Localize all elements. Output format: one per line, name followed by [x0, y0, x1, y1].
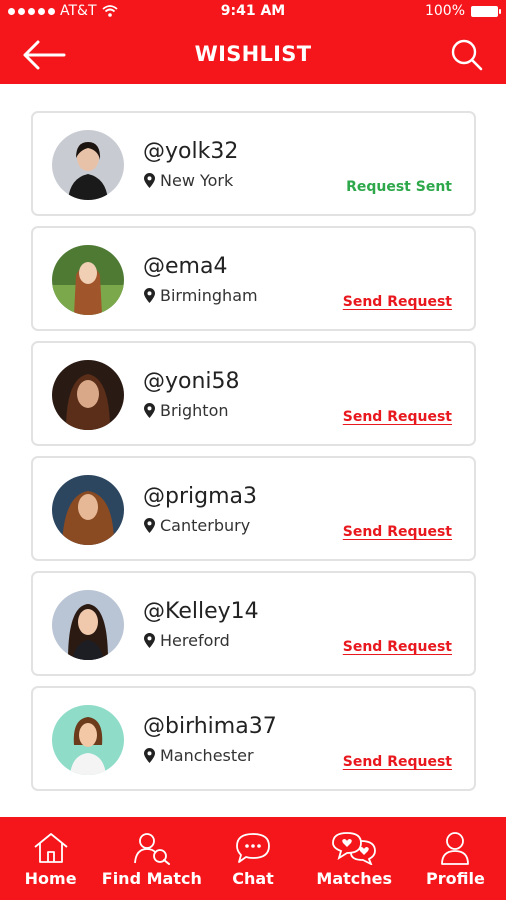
- location: Hereford: [144, 631, 230, 650]
- tab-chat[interactable]: Chat: [202, 817, 303, 900]
- location: Brighton: [144, 401, 229, 420]
- wishlist-card[interactable]: @yoni58 Brighton Send Request: [31, 341, 476, 446]
- wishlist: @yolk32 New York Request Sent @ema4 Birm…: [31, 111, 476, 801]
- location-label: Birmingham: [160, 286, 258, 305]
- wishlist-card[interactable]: @birhima37 Manchester Send Request: [31, 686, 476, 791]
- send-request-button[interactable]: Send Request: [343, 639, 452, 655]
- location-label: New York: [160, 171, 234, 190]
- status-right: 100%: [424, 3, 501, 19]
- username: @prigma3: [143, 484, 257, 509]
- location-pin-icon: [144, 288, 155, 303]
- avatar[interactable]: [52, 360, 124, 430]
- wishlist-card[interactable]: @prigma3 Canterbury Send Request: [31, 456, 476, 561]
- request-sent-label: Request Sent: [346, 179, 452, 195]
- location: Manchester: [144, 746, 254, 765]
- tab-label: Chat: [232, 869, 274, 888]
- location-pin-icon: [144, 633, 155, 648]
- location: Canterbury: [144, 516, 250, 535]
- tab-home[interactable]: Home: [0, 817, 101, 900]
- location-pin-icon: [144, 518, 155, 533]
- search-icon: [451, 39, 483, 71]
- search-button[interactable]: [450, 38, 484, 72]
- wishlist-card[interactable]: @ema4 Birmingham Send Request: [31, 226, 476, 331]
- tab-matches[interactable]: Matches: [304, 817, 405, 900]
- page-title: WISHLIST: [194, 42, 312, 66]
- avatar[interactable]: [52, 130, 124, 200]
- avatar[interactable]: [52, 705, 124, 775]
- nav-bar: WISHLIST: [0, 24, 506, 84]
- battery-percent: 100%: [424, 3, 465, 19]
- location-label: Hereford: [160, 631, 230, 650]
- battery-icon: [471, 5, 501, 17]
- username: @yoni58: [143, 369, 240, 394]
- username: @Kelley14: [143, 599, 259, 624]
- send-request-button[interactable]: Send Request: [343, 409, 452, 425]
- location: New York: [144, 171, 233, 190]
- location-label: Manchester: [160, 746, 254, 765]
- username: @ema4: [143, 254, 228, 279]
- tab-label: Matches: [316, 869, 393, 888]
- send-request-button[interactable]: Send Request: [343, 294, 452, 310]
- wishlist-card[interactable]: @Kelley14 Hereford Send Request: [31, 571, 476, 676]
- matches-icon: [332, 832, 377, 866]
- username: @birhima37: [143, 714, 277, 739]
- avatar[interactable]: [52, 590, 124, 660]
- avatar[interactable]: [52, 475, 124, 545]
- location-pin-icon: [144, 403, 155, 418]
- wishlist-card[interactable]: @yolk32 New York Request Sent: [31, 111, 476, 216]
- username: @yolk32: [143, 139, 239, 164]
- location-pin-icon: [144, 748, 155, 763]
- tab-label: Find Match: [101, 869, 202, 888]
- location-label: Brighton: [160, 401, 229, 420]
- chat-icon: [236, 833, 270, 863]
- status-bar: AT&T 9:41 AM 100%: [0, 0, 506, 24]
- avatar[interactable]: [52, 245, 124, 315]
- home-icon: [34, 833, 68, 863]
- app-header: AT&T 9:41 AM 100% WISHLIST: [0, 0, 506, 84]
- find-match-icon: [133, 833, 170, 865]
- location-label: Canterbury: [160, 516, 251, 535]
- tab-label: Profile: [426, 869, 485, 888]
- tab-profile[interactable]: Profile: [405, 817, 506, 900]
- location-pin-icon: [144, 173, 155, 188]
- tab-label: Home: [24, 869, 77, 888]
- location: Birmingham: [144, 286, 258, 305]
- send-request-button[interactable]: Send Request: [343, 754, 452, 770]
- tab-find-match[interactable]: Find Match: [101, 817, 202, 900]
- profile-icon: [441, 832, 470, 865]
- send-request-button[interactable]: Send Request: [343, 524, 452, 540]
- bottom-tab-bar: Home Find Match Chat Matches Profile: [0, 817, 506, 900]
